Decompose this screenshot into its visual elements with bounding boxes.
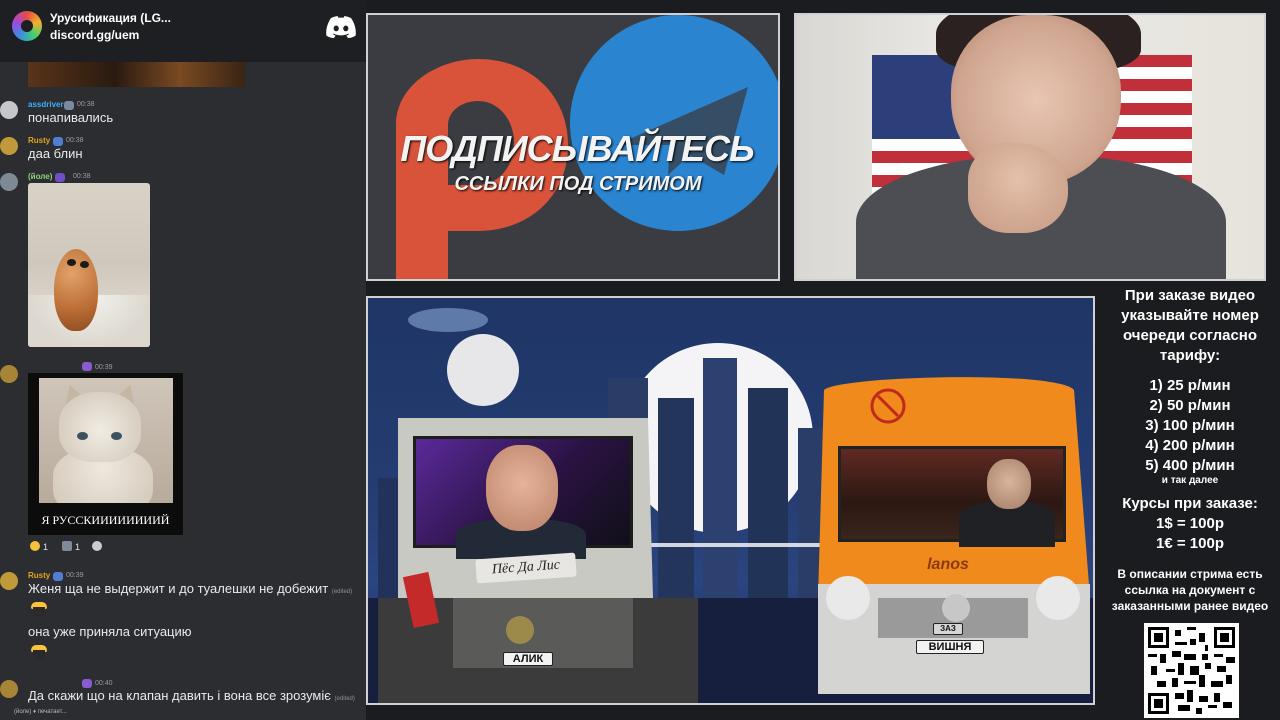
stream-layout: Урусификация (LG... discord.gg/uem assdr… <box>0 0 1280 720</box>
message-timestamp: 00:39 <box>66 572 84 579</box>
role-badge-icon <box>53 572 63 581</box>
message-text: Женя ща не выдержит и до туалешки не доб… <box>28 581 353 596</box>
pricing-info: При заказе видео указывайте номер очеред… <box>1100 286 1280 614</box>
streamer-hand <box>968 143 1068 233</box>
add-reaction-button[interactable] <box>92 541 105 555</box>
truck-plate: АЛИК <box>503 652 553 666</box>
exchange-rate: 1€ = 100р <box>1156 535 1224 552</box>
sticker-icon <box>30 643 48 661</box>
price-item: 4) 200 р/мин <box>1145 437 1235 454</box>
price-item: 5) 400 р/мин <box>1145 457 1235 474</box>
emoji-icon <box>62 541 72 551</box>
price-item: 1) 25 р/мин <box>1149 377 1231 394</box>
message-text: Да скажи що на клапан давить і вона все … <box>28 688 355 703</box>
description-note: В описании стрима есть ссылка на докумен… <box>1111 567 1269 613</box>
message-timestamp: 00:38 <box>77 101 95 108</box>
qr-code-icon <box>1148 627 1235 714</box>
message-username[interactable]: Rusty <box>28 136 50 145</box>
price-item: 3) 100 р/мин <box>1145 417 1235 434</box>
guest-webcam-left <box>413 436 633 559</box>
avatar <box>0 680 18 698</box>
bus-brand: lanos <box>927 556 969 573</box>
sticker-icon <box>30 600 48 618</box>
previous-message-image[interactable] <box>28 62 245 87</box>
role-badge-icon <box>82 679 92 688</box>
bus-plate: ВИШНЯ <box>916 640 984 654</box>
message-text: она уже приняла ситуацию <box>28 624 192 639</box>
message-text: даа блин <box>28 146 83 161</box>
price-more-note: и так далее <box>1161 475 1219 486</box>
reaction-count: 1 <box>75 542 81 552</box>
message-timestamp: 00:38 <box>66 137 84 144</box>
avatar <box>0 173 18 191</box>
guest-webcam-right <box>838 446 1066 547</box>
eye-shape <box>67 259 76 266</box>
message-username[interactable]: (йоле) <box>28 172 52 181</box>
reaction-button[interactable]: 1 <box>62 541 80 555</box>
typing-indicator: (йоле) ♦ печатает... <box>14 709 67 715</box>
cat-head-shape <box>59 392 141 462</box>
attachment-image[interactable] <box>28 183 150 347</box>
emoji-icon <box>92 541 102 551</box>
edited-tag: (edited) <box>334 696 355 702</box>
server-header[interactable]: Урусификация (LG... discord.gg/uem <box>0 0 366 62</box>
role-badge-icon <box>82 362 92 371</box>
qr-code <box>1144 623 1239 718</box>
subscribe-banner: ПОДПИСЫВАЙТЕСЬ ССЫЛКИ ПОД СТРИМОМ <box>366 13 780 281</box>
server-name: Урусификация (LG... <box>50 11 171 25</box>
avatar <box>0 101 18 119</box>
message-timestamp: 00:40 <box>95 680 113 687</box>
discord-logo-icon <box>326 16 356 38</box>
driver-face <box>987 459 1031 509</box>
meme-image[interactable]: Я РУССКИИИИИИИИЙ <box>28 373 183 535</box>
avatar <box>0 365 18 383</box>
price-item: 2) 50 р/мин <box>1149 397 1231 414</box>
reaction-button[interactable]: 1 <box>30 541 48 555</box>
links-subheadline: ССЫЛКИ ПОД СТРИМОМ <box>454 173 702 195</box>
order-instructions: При заказе видео указывайте номер очеред… <box>1121 287 1259 364</box>
guest-face <box>486 445 558 531</box>
meme-caption: Я РУССКИИИИИИИИЙ <box>41 513 170 527</box>
message-timestamp: 00:39 <box>95 364 113 371</box>
exchange-rate: 1$ = 100р <box>1156 515 1224 532</box>
emoji-icon <box>30 541 40 551</box>
guest-scene-panel: Пёс Да Лис АЛИК lanos ЗАЗ ВИШНЯ <box>366 296 1095 705</box>
edited-tag: (edited) <box>331 589 353 595</box>
eye-shape <box>111 432 122 440</box>
bus-badge: ЗАЗ <box>933 623 963 635</box>
eye-shape <box>80 261 89 268</box>
role-badge-icon <box>55 173 65 182</box>
discord-chat-overlay: Урусификация (LG... discord.gg/uem assdr… <box>0 0 366 720</box>
message-text: понапивались <box>28 110 114 125</box>
price-list: 1) 25 р/мин 2) 50 р/мин 3) 100 р/мин 4) … <box>1100 376 1280 476</box>
role-badge-icon <box>64 101 74 110</box>
avatar <box>0 572 18 590</box>
reaction-count: 1 <box>43 542 49 552</box>
server-invite-link[interactable]: discord.gg/uem <box>50 28 139 42</box>
role-badge-icon <box>53 137 63 146</box>
subscribe-headline: ПОДПИСЫВАЙТЕСЬ <box>400 128 754 169</box>
message-username[interactable]: Rusty <box>28 571 50 580</box>
webcam-panel <box>794 13 1266 281</box>
cat-photo <box>39 378 173 503</box>
message-username[interactable]: assdriver <box>28 100 64 109</box>
message-timestamp: 00:38 <box>73 173 91 180</box>
exchange-rates-title: Курсы при заказе: <box>1122 495 1258 512</box>
server-icon <box>12 11 42 41</box>
egg-creature <box>54 249 98 331</box>
eye-shape <box>77 432 88 440</box>
avatar <box>0 137 18 155</box>
